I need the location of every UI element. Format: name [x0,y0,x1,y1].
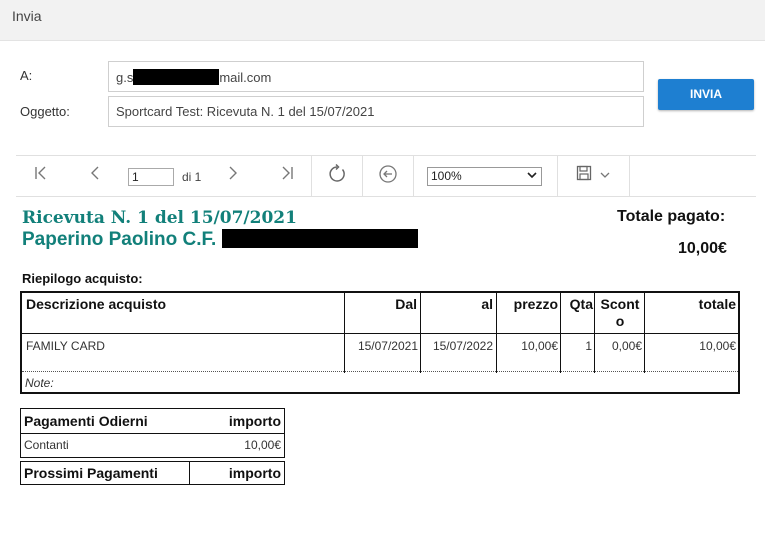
toolbar-divider [557,156,558,197]
payments-today-table: Pagamenti Odierni importo Contanti 10,00… [20,408,285,458]
receipt-title: Ricevuta N. 1 del 15/07/2021 [22,208,297,228]
next-payments-amount-header: importo [228,465,281,481]
row-divider [22,371,738,372]
payments-today-amount-header: importo [228,413,281,429]
redaction-bar [133,69,220,85]
send-button[interactable]: INVIA [658,79,754,110]
cell-total: 10,00€ [699,339,736,353]
payment-amount: 10,00€ [244,438,281,452]
col-header-price: prezzo [513,296,558,312]
col-header-total: totale [698,296,736,312]
note-label: Note: [25,376,54,390]
toolbar-divider [629,156,630,197]
toolbar-divider [311,156,312,197]
toolbar-divider [362,156,363,197]
col-header-from: Dal [395,296,417,312]
next-payments-table: Prossimi Pagamenti importo [20,461,285,485]
back-icon[interactable] [376,164,400,189]
to-prefix: g.s [116,70,134,85]
zoom-value: 100% [431,169,462,183]
cell-from: 15/07/2021 [357,339,418,353]
row-divider [22,333,738,334]
last-page-icon[interactable] [276,164,298,186]
payment-method: Contanti [24,438,69,452]
to-field[interactable]: g.s mail.com [108,61,644,92]
total-paid-label: Totale pagato: [617,208,726,225]
redaction-bar [221,229,418,248]
column-divider [189,462,190,484]
page-number-input[interactable] [128,168,174,186]
purchase-table: Descrizione acquisto Dal al prezzo Qta S… [20,291,740,394]
window-title: Invia [12,8,42,24]
next-page-icon[interactable] [222,164,244,186]
refresh-icon[interactable] [325,163,349,189]
next-payments-title: Prossimi Pagamenti [24,465,158,481]
report-toolbar: di 1 100% [16,155,756,197]
customer-line: Paperino Paolino C.F. [22,229,418,251]
title-bar: Invia [0,0,765,41]
subject-field[interactable]: Sportcard Test: Ricevuta N. 1 del 15/07/… [108,96,644,127]
col-header-discount: Scont o [600,296,640,329]
summary-label: Riepilogo acquisto: [22,271,143,286]
col-header-description: Descrizione acquisto [26,296,167,312]
customer-name: Paperino Paolino C.F. [22,229,217,250]
to-label: A: [20,68,33,83]
payments-today-title: Pagamenti Odierni [24,413,148,429]
chevron-down-icon[interactable] [598,164,612,186]
subject-label: Oggetto: [20,104,70,119]
toolbar-divider [413,156,414,197]
cell-qty: 1 [585,339,592,353]
cell-description: FAMILY CARD [26,339,105,353]
cell-price: 10,00€ [521,339,558,353]
prev-page-icon[interactable] [84,164,106,186]
page-count: di 1 [182,170,202,184]
row-divider [21,433,284,434]
cell-to: 15/07/2022 [432,339,493,353]
cell-discount: 0,00€ [611,339,642,353]
col-header-to: al [481,296,493,312]
col-header-qty: Qta [569,296,593,312]
total-paid-value: 10,00€ [678,240,727,257]
zoom-select[interactable]: 100% [427,167,542,186]
first-page-icon[interactable] [30,164,52,186]
to-suffix: mail.com [219,70,272,85]
chevron-down-icon [527,168,537,185]
save-icon[interactable] [574,164,594,186]
